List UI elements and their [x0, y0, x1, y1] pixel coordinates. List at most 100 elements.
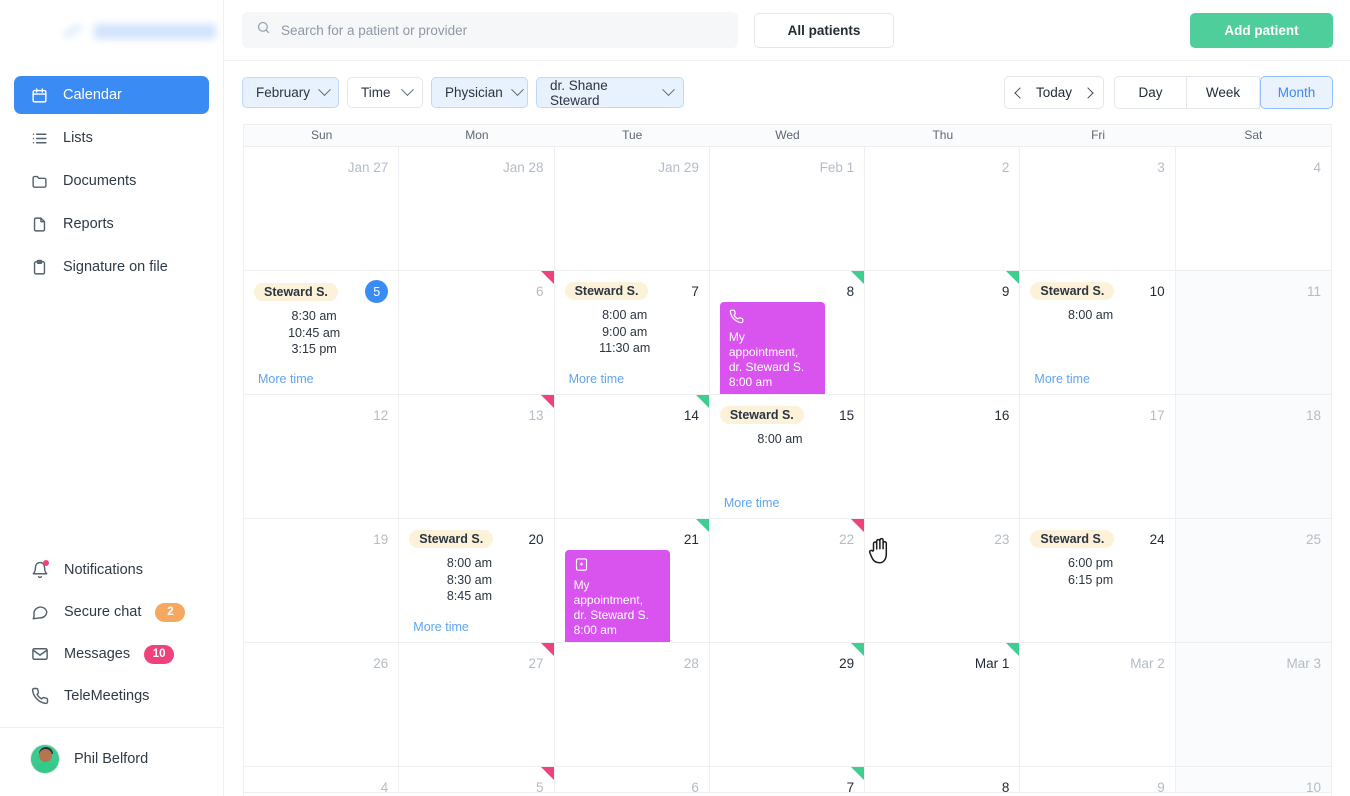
app-logo[interactable]: EHR SYSTEMS [0, 0, 223, 62]
search-input[interactable] [281, 22, 724, 38]
calendar-day-cell[interactable]: 16 [865, 395, 1021, 518]
calendar-day-cell[interactable]: Mar 2 [1020, 643, 1176, 766]
sidebar-item-signature-on-file[interactable]: Signature on file [14, 248, 209, 286]
calendar-day-cell[interactable]: 22 [709, 519, 866, 642]
calendar-day-cell[interactable]: 6 [554, 767, 710, 792]
add-patient-button[interactable]: Add patient [1190, 12, 1333, 48]
appointment-time[interactable]: 6:00 pm [1030, 555, 1150, 572]
day-cell-header: 18 [1186, 404, 1321, 426]
calendar-day-cell[interactable]: 11 [1175, 271, 1331, 394]
calendar-day-cell[interactable]: 12 [244, 395, 400, 518]
month-select[interactable]: February [242, 77, 339, 108]
calendar-day-cell[interactable]: Steward S. 5 8:30 am 10:45 am 3:15 pm More ti… [244, 271, 400, 394]
calendar-day-cell[interactable]: 28 [554, 643, 710, 766]
provider-chip[interactable]: Steward S. [1030, 282, 1115, 300]
calendar-day-cell[interactable]: 8 My appointment, dr. Steward S. 8:00 am [709, 271, 866, 394]
calendar-day-cell[interactable]: 9 [1020, 767, 1176, 792]
appointment-time[interactable]: 8:00 am [565, 307, 685, 324]
appointment-times: 8:00 am 9:00 am 11:30 am [565, 307, 699, 357]
provider-chip[interactable]: Steward S. [254, 282, 338, 301]
sidebar-item-calendar[interactable]: Calendar [14, 76, 209, 114]
sidebar-item-notifications[interactable]: Notifications [14, 549, 209, 591]
appointment-time[interactable]: 8:30 am [254, 308, 374, 325]
appointment-time[interactable]: 8:00 am [720, 431, 840, 448]
calendar-day-cell[interactable]: 8 [865, 767, 1021, 792]
view-month-button[interactable]: Month [1260, 76, 1333, 109]
sidebar-item-secure-chat[interactable]: Secure chat 2 [14, 591, 209, 633]
more-time-link[interactable]: More time [724, 496, 780, 510]
appointment-time[interactable]: 8:30 am [409, 572, 529, 589]
appointment-time[interactable]: 6:15 pm [1030, 572, 1150, 589]
calendar-day-cell[interactable]: 26 [244, 643, 400, 766]
day-cell-header: 22 [720, 528, 854, 550]
calendar-day-cell[interactable]: Steward S. 20 8:00 am 8:30 am 8:45 am More ti… [399, 519, 555, 642]
calendar-day-cell[interactable]: 21 My appointment, dr. Steward S. 8:00 am [554, 519, 710, 642]
provider-chip[interactable]: Steward S. [564, 282, 649, 300]
appointment-time[interactable]: 8:00 am [1030, 307, 1150, 324]
calendar-day-cell[interactable]: 19 [244, 519, 400, 642]
calendar-day-cell[interactable]: Steward S. 10 8:00 am More time [1020, 271, 1176, 394]
calendar-day-cell[interactable]: 4 [244, 767, 400, 792]
more-time-link[interactable]: More time [258, 372, 314, 386]
appointment-time[interactable]: 3:15 pm [254, 341, 374, 358]
more-time-link[interactable]: More time [413, 620, 469, 634]
user-profile[interactable]: Phil Belford [0, 728, 223, 796]
calendar-day-cell[interactable]: Steward S. 24 6:00 pm 6:15 pm [1020, 519, 1176, 642]
today-button[interactable]: Today [1036, 85, 1072, 100]
appointment-time[interactable]: 8:45 am [409, 588, 529, 605]
sidebar-item-reports[interactable]: Reports [14, 205, 209, 243]
calendar-day-cell[interactable]: Mar 3 [1175, 643, 1331, 766]
calendar-day-cell[interactable]: Feb 1 [709, 147, 866, 270]
calendar-day-cell[interactable]: Mar 1 [865, 643, 1021, 766]
calendar-day-cell[interactable]: 14 [554, 395, 710, 518]
more-time-link[interactable]: More time [1034, 372, 1090, 386]
view-day-button[interactable]: Day [1114, 76, 1187, 109]
calendar-day-cell[interactable]: Jan 29 [554, 147, 710, 270]
provider-chip[interactable]: Steward S. [719, 406, 804, 424]
appointment-time[interactable]: 11:30 am [565, 340, 685, 357]
provider-chip[interactable]: Steward S. [409, 530, 494, 548]
search-box[interactable] [242, 12, 738, 48]
more-time-link[interactable]: More time [569, 372, 625, 386]
calendar-day-cell[interactable]: 25 [1175, 519, 1331, 642]
calendar-day-cell[interactable]: 9 [865, 271, 1021, 394]
day-number: Jan 27 [347, 159, 389, 175]
calendar-day-cell[interactable]: Jan 27 [244, 147, 400, 270]
day-cell-header: 9 [875, 280, 1010, 302]
appointment-card[interactable]: My appointment, dr. Steward S. 8:00 am [719, 302, 825, 394]
sidebar-item-messages[interactable]: Messages 10 [14, 633, 209, 675]
view-week-button[interactable]: Week [1187, 76, 1260, 109]
calendar-day-cell[interactable]: 3 [1020, 147, 1176, 270]
calendar-day-cell[interactable]: 23 [865, 519, 1021, 642]
appointment-time[interactable]: 8:00 am [409, 555, 529, 572]
time-select[interactable]: Time [347, 77, 423, 108]
appointment-card[interactable]: My appointment, dr. Steward S. 8:00 am [564, 550, 670, 642]
next-period-icon[interactable] [1082, 86, 1094, 99]
calendar-day-cell[interactable]: 29 [709, 643, 866, 766]
sidebar-item-documents[interactable]: Documents [14, 162, 209, 200]
calendar-day-cell[interactable]: 27 [399, 643, 555, 766]
calendar-day-cell[interactable]: 6 [399, 271, 555, 394]
appointment-time[interactable]: 9:00 am [565, 324, 685, 341]
calendar-day-cell[interactable]: 7 [709, 767, 866, 792]
calendar-day-cell[interactable]: 18 [1175, 395, 1331, 518]
calendar-day-cell[interactable]: 2 [865, 147, 1021, 270]
sidebar-item-telemeetings[interactable]: TeleMeetings [14, 675, 209, 717]
all-patients-button[interactable]: All patients [754, 12, 894, 48]
role-select[interactable]: Physician [431, 77, 528, 108]
provider-select[interactable]: dr. Shane Steward [536, 77, 684, 108]
calendar-day-cell[interactable]: 10 [1175, 767, 1331, 792]
provider-chip[interactable]: Steward S. [1030, 530, 1115, 548]
envelope-icon [30, 644, 50, 664]
calendar-day-cell[interactable]: Steward S. 15 8:00 am More time [709, 395, 866, 518]
calendar-day-cell[interactable]: 13 [399, 395, 555, 518]
appointment-time[interactable]: 10:45 am [254, 325, 374, 342]
calendar-day-cell[interactable]: 4 [1175, 147, 1331, 270]
appointment-times: 8:00 am [720, 431, 854, 448]
sidebar-item-lists[interactable]: Lists [14, 119, 209, 157]
calendar-day-cell[interactable]: Steward S. 7 8:00 am 9:00 am 11:30 am More ti… [554, 271, 710, 394]
calendar-day-cell[interactable]: 5 [399, 767, 555, 792]
prev-period-icon[interactable] [1014, 86, 1026, 99]
calendar-day-cell[interactable]: Jan 28 [399, 147, 555, 270]
calendar-day-cell[interactable]: 17 [1020, 395, 1176, 518]
